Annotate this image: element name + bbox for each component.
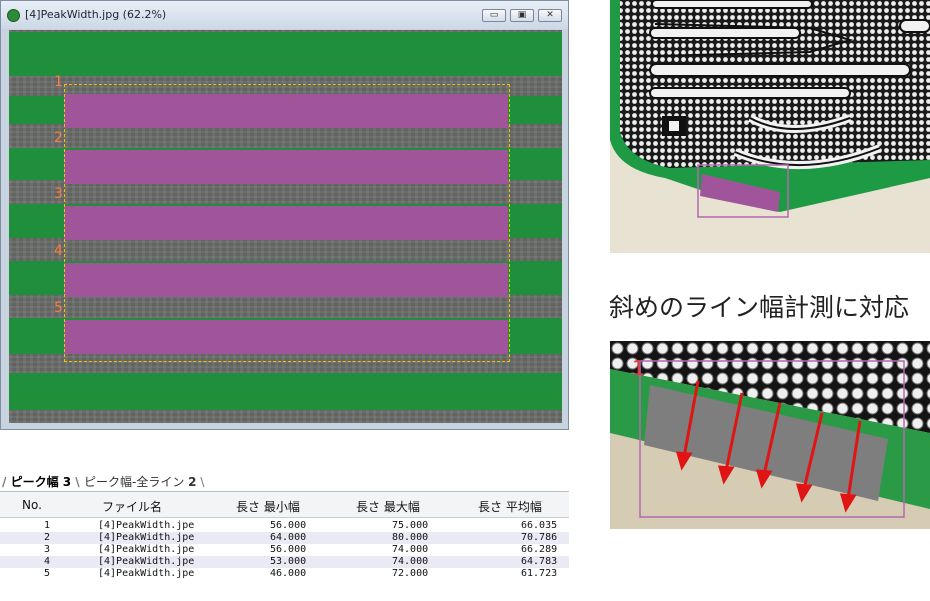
tab-count: 2 xyxy=(188,475,197,489)
line-number-1: 1 xyxy=(54,74,63,90)
cell-min-width: 56.000 xyxy=(270,544,307,555)
table-row[interactable]: 2 [4]PeakWidth.jpe 64.000 80.000 70.786 xyxy=(0,532,569,544)
stencil-illustration xyxy=(610,0,930,253)
maximize-button[interactable]: ▣ xyxy=(510,9,534,22)
cell-max-width: 80.000 xyxy=(392,532,429,543)
table-row[interactable]: 5 [4]PeakWidth.jpe 46.000 72.000 61.723 xyxy=(0,568,569,580)
image-window: [4]PeakWidth.jpg (62.2%) ▭ ▣ ✕ 1 2 3 4 5 xyxy=(0,0,569,430)
cell-max-width: 74.000 xyxy=(392,544,429,555)
close-button[interactable]: ✕ xyxy=(538,9,562,22)
column-header-max-width[interactable]: 長さ 最大幅 xyxy=(356,498,420,515)
cell-avg-width: 66.035 xyxy=(521,520,558,531)
tab-label: ピーク幅 xyxy=(10,475,59,489)
cell-min-width: 64.000 xyxy=(270,532,307,543)
cell-max-width: 74.000 xyxy=(392,556,429,567)
table-row[interactable]: 1 [4]PeakWidth.jpe 56.000 75.000 66.035 xyxy=(0,520,569,532)
cell-max-width: 75.000 xyxy=(392,520,429,531)
app-icon xyxy=(7,9,20,22)
column-header-no[interactable]: No. xyxy=(22,498,42,512)
measurement-roi[interactable] xyxy=(64,84,510,362)
cell-no: 2 xyxy=(44,532,51,543)
line-band xyxy=(9,32,562,76)
image-canvas[interactable]: 1 2 3 4 5 xyxy=(9,30,562,423)
line-number-5: 5 xyxy=(54,300,63,316)
cell-no: 5 xyxy=(44,568,51,579)
stencil-photo xyxy=(610,0,930,253)
window-titlebar[interactable]: [4]PeakWidth.jpg (62.2%) ▭ ▣ ✕ xyxy=(1,1,568,29)
tab-peak-width-all-lines[interactable]: ピーク幅-全ライン 2 \ xyxy=(84,473,204,490)
results-tabs: / ピーク幅 3 \ ピーク幅-全ライン 2 \ xyxy=(0,471,569,492)
diagonal-measure-photo: 1 xyxy=(610,341,930,529)
cell-avg-width: 66.289 xyxy=(521,544,558,555)
cell-avg-width: 70.786 xyxy=(521,532,558,543)
tab-label: ピーク幅-全ライン xyxy=(84,475,185,489)
cell-min-width: 56.000 xyxy=(270,520,307,531)
inset-line-number: 1 xyxy=(632,356,645,380)
line-number-2: 2 xyxy=(54,130,63,146)
cell-filename: [4]PeakWidth.jpe xyxy=(98,556,195,567)
cell-avg-width: 61.723 xyxy=(521,568,558,579)
cell-no: 1 xyxy=(44,520,51,531)
diagonal-illustration: 1 xyxy=(610,341,930,529)
caption: 斜めのライン幅計測に対応 xyxy=(609,293,910,322)
cell-filename: [4]PeakWidth.jpe xyxy=(98,544,195,555)
cell-avg-width: 64.783 xyxy=(521,556,558,567)
line-number-4: 4 xyxy=(54,243,63,259)
column-header-min-width[interactable]: 長さ 最小幅 xyxy=(236,498,300,515)
column-header-avg-width[interactable]: 長さ 平均幅 xyxy=(478,498,542,515)
table-row[interactable]: 4 [4]PeakWidth.jpe 53.000 74.000 64.783 xyxy=(0,556,569,568)
cell-max-width: 72.000 xyxy=(392,568,429,579)
minimize-button[interactable]: ▭ xyxy=(482,9,506,22)
cell-min-width: 46.000 xyxy=(270,568,307,579)
cell-no: 4 xyxy=(44,556,51,567)
table-row[interactable]: 3 [4]PeakWidth.jpe 56.000 74.000 66.289 xyxy=(0,544,569,556)
line-band xyxy=(9,373,562,410)
cell-filename: [4]PeakWidth.jpe xyxy=(98,532,195,543)
column-header-filename[interactable]: ファイル名 xyxy=(102,498,162,515)
tab-count: 3 xyxy=(62,475,72,489)
line-number-3: 3 xyxy=(54,186,63,202)
cell-filename: [4]PeakWidth.jpe xyxy=(98,568,195,579)
cell-no: 3 xyxy=(44,544,51,555)
tab-peak-width[interactable]: / ピーク幅 3 \ xyxy=(2,473,80,490)
cell-min-width: 53.000 xyxy=(270,556,307,567)
window-title: [4]PeakWidth.jpg (62.2%) xyxy=(25,8,167,21)
table-header: No. ファイル名 長さ 最小幅 長さ 最大幅 長さ 平均幅 xyxy=(0,492,569,518)
cell-filename: [4]PeakWidth.jpe xyxy=(98,520,195,531)
